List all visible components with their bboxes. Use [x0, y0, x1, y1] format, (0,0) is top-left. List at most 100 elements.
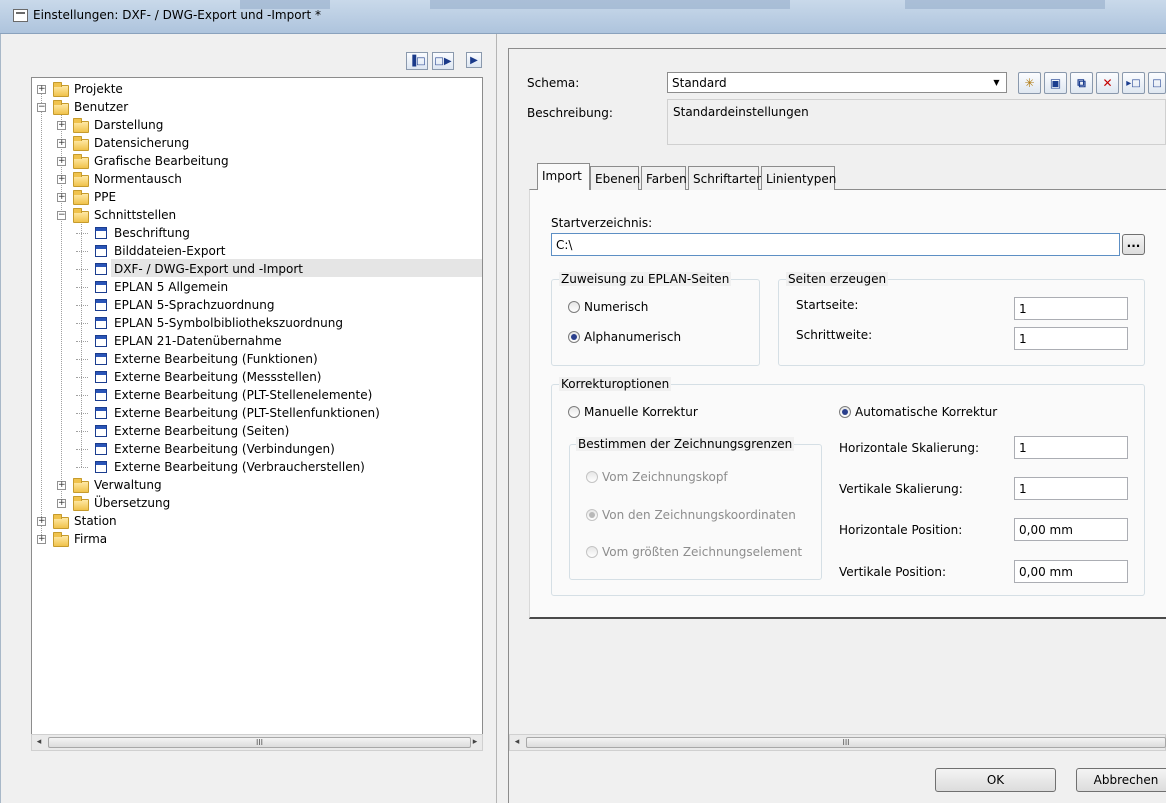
automatic-correction-label[interactable]: Automatische Korrektur [855, 405, 997, 419]
tree-node-label[interactable]: Externe Bearbeitung (Verbindungen) [114, 442, 335, 456]
tab-farben[interactable]: Farben [641, 166, 687, 190]
tree-connector [61, 114, 62, 502]
expand-toggle-icon[interactable]: + [57, 121, 66, 130]
save-schema-button[interactable]: ▣ [1044, 72, 1067, 94]
tree-node-label[interactable]: Externe Bearbeitung (PLT-Stellenfunktion… [114, 406, 380, 420]
collapse-toggle-icon[interactable]: − [37, 103, 46, 112]
tree-node-label[interactable]: Benutzer [74, 100, 128, 114]
expand-toggle-icon[interactable]: + [57, 175, 66, 184]
folder-icon [53, 82, 69, 97]
import-schema-button[interactable]: ▸□ [1122, 72, 1145, 94]
v-scale-input[interactable]: 1 [1014, 477, 1128, 500]
h-scale-input[interactable]: 1 [1014, 436, 1128, 459]
chevron-down-icon: ▼ [993, 78, 1000, 87]
start-dir-input[interactable]: C:\ [551, 233, 1120, 256]
step-input[interactable]: 1 [1014, 327, 1128, 350]
folder-icon [73, 118, 89, 133]
manual-correction-label[interactable]: Manuelle Korrektur [584, 405, 698, 419]
scroll-thumb[interactable]: III [48, 737, 471, 748]
description-field[interactable]: Standardeinstellungen [667, 99, 1166, 145]
scroll-left-arrow[interactable]: ◂ [34, 737, 44, 747]
expand-toggle-icon[interactable]: + [57, 193, 66, 202]
tree-node-label[interactable]: Grafische Bearbeitung [94, 154, 229, 168]
schema-dropdown[interactable]: Standard ▼ [667, 72, 1007, 93]
delete-schema-button[interactable]: ✕ [1096, 72, 1119, 94]
v-pos-input[interactable]: 0,00 mm [1014, 560, 1128, 583]
ok-button[interactable]: OK [935, 768, 1056, 792]
copy-schema-button[interactable]: ⧉ [1070, 72, 1093, 94]
expand-all-button[interactable]: ▐□ [406, 52, 428, 70]
settings-page-icon [95, 389, 107, 401]
manual-correction-radio[interactable] [568, 406, 580, 418]
assignment-group: Zuweisung zu EPLAN-Seiten [551, 272, 760, 366]
collapse-toggle-icon[interactable]: − [57, 211, 66, 220]
expand-toggle-icon[interactable]: + [37, 85, 46, 94]
alphanumeric-radio[interactable] [568, 331, 580, 343]
settings-tree[interactable]: + Projekte − Benutzer + Darstellung + Datensich… [31, 77, 483, 735]
correction-group-title: Korrekturoptionen [559, 377, 672, 391]
tree-connector [76, 341, 88, 342]
settings-page-icon [95, 371, 107, 383]
numeric-radio[interactable] [568, 301, 580, 313]
tree-node-label[interactable]: EPLAN 5-Symbolbibliothekszuordnung [114, 316, 343, 330]
tab-import[interactable]: Import [537, 163, 590, 190]
automatic-correction-radio[interactable] [839, 406, 851, 418]
tree-node-label[interactable]: Externe Bearbeitung (Messstellen) [114, 370, 321, 384]
tree-node-label[interactable]: Normentausch [94, 172, 182, 186]
bounds-head-label: Vom Zeichnungskopf [602, 470, 728, 484]
expand-toggle-icon[interactable]: + [57, 481, 66, 490]
tree-node-label[interactable]: EPLAN 5 Allgemein [114, 280, 228, 294]
collapse-all-button[interactable]: □▶ [432, 52, 454, 70]
tree-menu-button[interactable]: ▶ [466, 52, 482, 68]
settings-page-icon [95, 407, 107, 419]
tree-node-label[interactable]: Externe Bearbeitung (Funktionen) [114, 352, 318, 366]
tree-node-label[interactable]: EPLAN 21-Datenübernahme [114, 334, 282, 348]
tree-node-label[interactable]: EPLAN 5-Sprachzuordnung [114, 298, 275, 312]
tree-node-label[interactable]: Externe Bearbeitung (Verbraucherstellen) [114, 460, 365, 474]
folder-icon [53, 100, 69, 115]
numeric-label[interactable]: Numerisch [584, 300, 648, 314]
tab-linientypen[interactable]: Linientypen [761, 166, 836, 190]
tree-connector [76, 467, 88, 468]
expand-toggle-icon[interactable]: + [37, 535, 46, 544]
pane-splitter[interactable] [496, 34, 508, 803]
h-pos-input[interactable]: 0,00 mm [1014, 518, 1128, 541]
tree-node-label[interactable]: Verwaltung [94, 478, 162, 492]
expand-toggle-icon[interactable]: + [57, 139, 66, 148]
tree-node-label[interactable]: PPE [94, 190, 116, 204]
expand-toggle-icon[interactable]: + [57, 499, 66, 508]
cancel-button[interactable]: Abbrechen [1076, 768, 1166, 792]
export-icon: □ [1152, 77, 1162, 89]
expand-toggle-icon[interactable]: + [57, 157, 66, 166]
browse-button[interactable]: ... [1122, 234, 1145, 255]
tree-node-label[interactable]: Darstellung [94, 118, 163, 132]
tree-node-label[interactable]: Externe Bearbeitung (PLT-Stellenelemente… [114, 388, 372, 402]
new-schema-button[interactable]: ✳ [1018, 72, 1041, 94]
start-page-input[interactable]: 1 [1014, 297, 1128, 320]
scroll-thumb[interactable]: III [526, 737, 1166, 748]
scroll-right-arrow[interactable]: ▸ [470, 737, 480, 747]
tree-node-label[interactable]: DXF- / DWG-Export und -Import [114, 262, 303, 276]
tree-node-label[interactable]: Projekte [74, 82, 123, 96]
tree-node-label[interactable]: Station [74, 514, 117, 528]
export-schema-button[interactable]: □ [1148, 72, 1166, 94]
tree-horizontal-scrollbar[interactable]: ◂ III ▸ [31, 734, 483, 751]
scroll-left-arrow[interactable]: ◂ [512, 737, 522, 747]
tab-schriftarten[interactable]: Schriftarten [688, 166, 764, 190]
tab-ebenen[interactable]: Ebenen [590, 166, 640, 190]
alphanumeric-label[interactable]: Alphanumerisch [584, 330, 681, 344]
tree-node-label[interactable]: Übersetzung [94, 496, 170, 510]
folder-icon [53, 514, 69, 529]
tree-node-label[interactable]: Bilddateien-Export [114, 244, 226, 258]
tree-node-label[interactable]: Schnittstellen [94, 208, 176, 222]
v-pos-label: Vertikale Position: [839, 565, 947, 579]
tree-node-label[interactable]: Externe Bearbeitung (Seiten) [114, 424, 289, 438]
tree-node-label[interactable]: Datensicherung [94, 136, 189, 150]
tree-node-label[interactable]: Firma [74, 532, 107, 546]
step-label: Schrittweite: [796, 328, 873, 342]
schema-label: Schema: [527, 76, 580, 90]
settings-horizontal-scrollbar[interactable]: ◂ III [509, 734, 1166, 751]
expand-toggle-icon[interactable]: + [37, 517, 46, 526]
bounds-head-radio [586, 471, 598, 483]
tree-node-label[interactable]: Beschriftung [114, 226, 190, 240]
